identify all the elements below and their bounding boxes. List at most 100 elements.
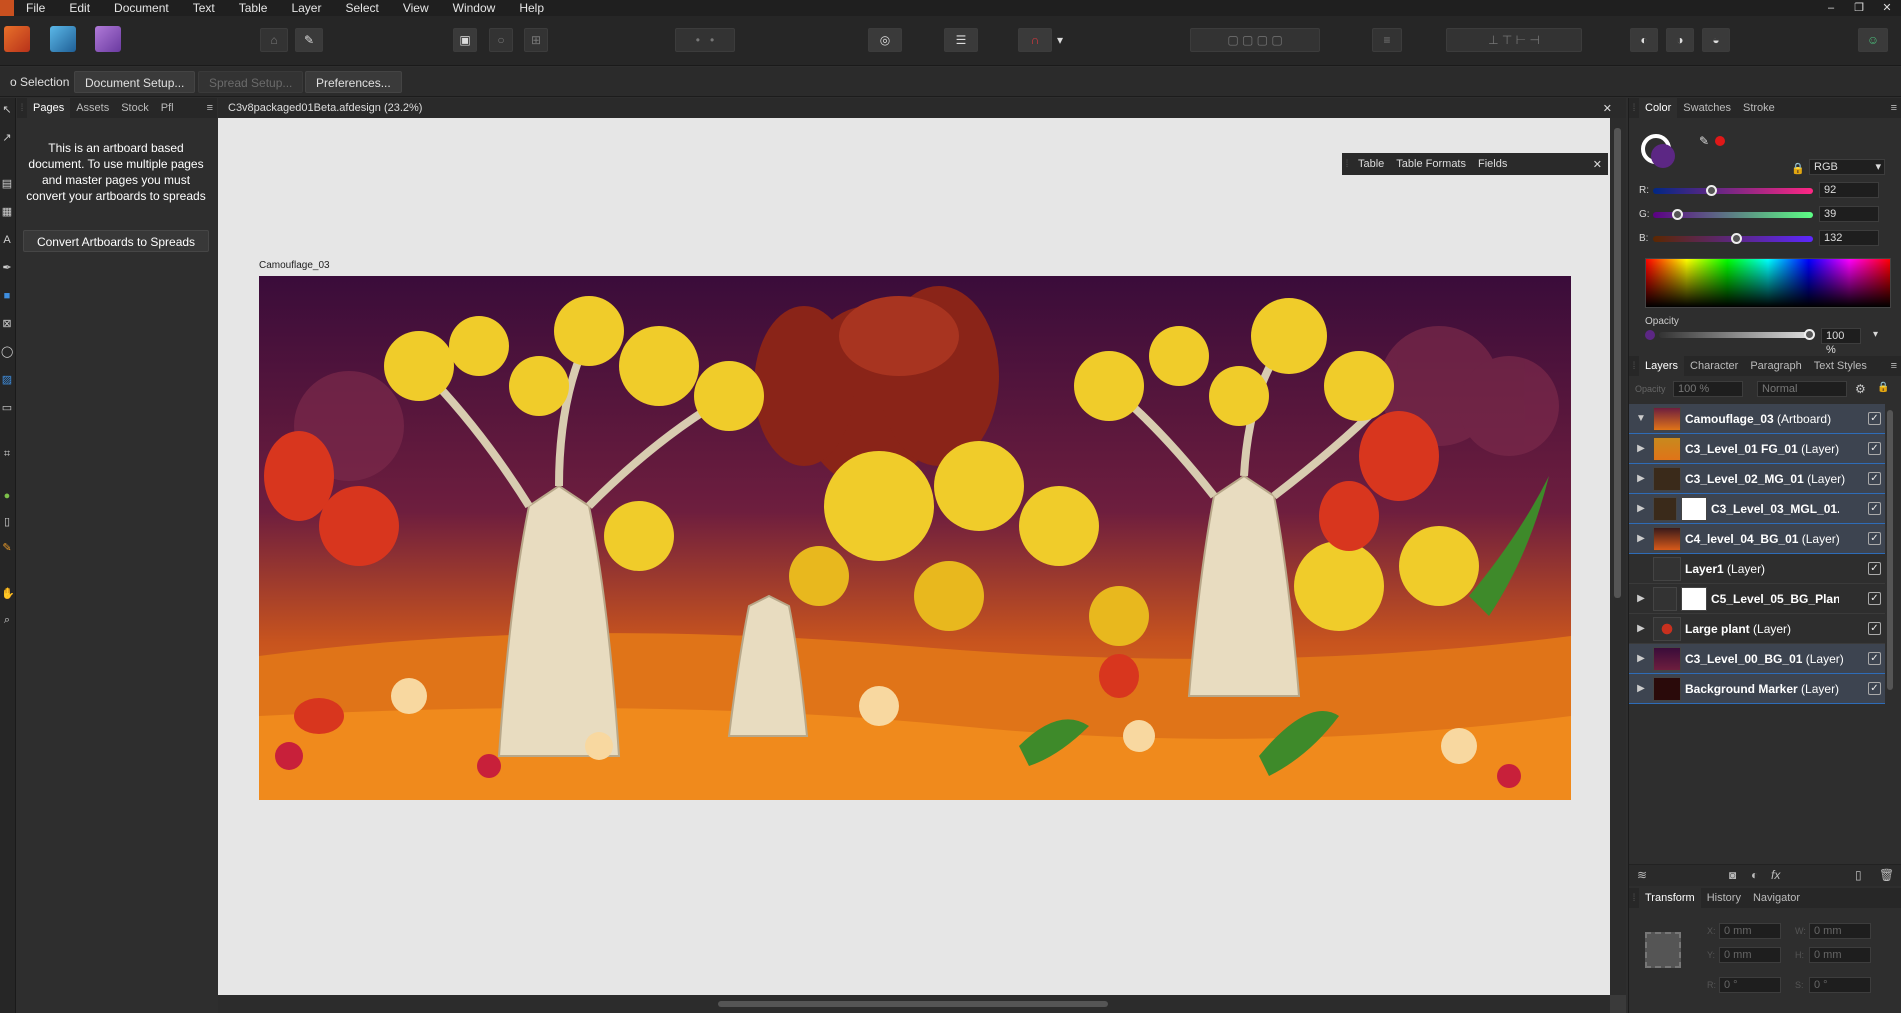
close-window-button[interactable]: ✕ xyxy=(1873,0,1901,16)
tab-text-styles[interactable]: Text Styles xyxy=(1808,356,1873,376)
panel-grip-icon[interactable]: ⁞ xyxy=(17,103,27,114)
fill-tool-icon[interactable]: ■ xyxy=(1,290,13,302)
layer-visibility-checkbox[interactable]: ✓ xyxy=(1868,622,1881,635)
document-setup-button[interactable]: Document Setup... xyxy=(74,71,196,93)
rotation-field[interactable]: 0 ° xyxy=(1719,977,1781,993)
layer-row[interactable]: Layer1 (Layer) ✓ xyxy=(1629,554,1885,584)
canvas[interactable]: ⁞ Table Table Formats Fields ✕ Camouflag… xyxy=(218,118,1610,995)
panel-grip-icon[interactable]: ⁞ xyxy=(1629,893,1639,904)
photo-persona-icon[interactable] xyxy=(95,26,121,52)
layer-row[interactable]: ▶ Large plant (Layer) ✓ xyxy=(1629,614,1885,644)
tab-stock[interactable]: Stock xyxy=(115,98,155,118)
crop-tool-icon[interactable]: ⌗ xyxy=(1,448,13,460)
layer-visibility-checkbox[interactable]: ✓ xyxy=(1868,412,1881,425)
b-slider[interactable] xyxy=(1653,233,1813,244)
tab-assets[interactable]: Assets xyxy=(70,98,115,118)
boolean-intersect-icon[interactable]: ◒ xyxy=(1702,28,1730,52)
convert-artboards-button[interactable]: Convert Artboards to Spreads xyxy=(23,230,209,252)
snapping-dropdown-icon[interactable]: ▾ xyxy=(1053,28,1067,52)
frame-text-icon[interactable]: ▣ xyxy=(453,28,477,52)
y-field[interactable]: 0 mm xyxy=(1719,947,1781,963)
panel-menu-icon[interactable]: ≡ xyxy=(1891,360,1897,372)
text-wrap-icon[interactable]: ☰ xyxy=(944,28,978,52)
menu-help[interactable]: Help xyxy=(507,0,556,16)
tab-table-formats[interactable]: Table Formats xyxy=(1390,158,1472,170)
view-mode-icon[interactable]: ⌂ xyxy=(260,28,288,52)
menu-view[interactable]: View xyxy=(391,0,441,16)
layers-scrollbar[interactable] xyxy=(1887,410,1893,690)
assistant-icon[interactable]: ✎ xyxy=(295,28,323,52)
color-picker-tool-icon[interactable]: ● xyxy=(1,490,13,502)
tab-paragraph[interactable]: Paragraph xyxy=(1744,356,1807,376)
layer-row[interactable]: ▶ C3_Level_00_BG_01 (Layer) ✓ xyxy=(1629,644,1885,674)
panel-menu-icon[interactable]: ≡ xyxy=(207,102,213,114)
horizontal-scrollbar[interactable] xyxy=(218,995,1610,1013)
trash-icon[interactable]: 🗑 xyxy=(1879,868,1894,882)
opacity-slider-knob[interactable] xyxy=(1804,329,1815,340)
lock-layer-icon[interactable]: 🔒 xyxy=(1877,382,1889,393)
move-tool-icon[interactable]: ↖ xyxy=(1,104,13,116)
layer-visibility-checkbox[interactable]: ✓ xyxy=(1868,652,1881,665)
circle-tool-icon[interactable]: ○ xyxy=(489,28,513,52)
tab-layers[interactable]: Layers xyxy=(1639,356,1685,376)
expand-icon[interactable]: ▶ xyxy=(1629,653,1653,664)
expand-icon[interactable]: ▶ xyxy=(1629,683,1653,694)
layer-row[interactable]: ▶ C3_Level_03_MGL_01... ✓ xyxy=(1629,494,1885,524)
shear-field[interactable]: 0 ° xyxy=(1809,977,1871,993)
transform-tools-icon[interactable]: ⊥ ⊤ ⊢ ⊣ xyxy=(1446,28,1582,52)
layer-visibility-checkbox[interactable]: ✓ xyxy=(1868,442,1881,455)
layer-row[interactable]: ▼ Camouflage_03 (Artboard) ✓ xyxy=(1629,404,1885,434)
layer-visibility-checkbox[interactable]: ✓ xyxy=(1868,592,1881,605)
fx-icon[interactable]: fx xyxy=(1771,868,1780,882)
layer-row[interactable]: ▶ C3_Level_01 FG_01 (Layer) ✓ xyxy=(1629,434,1885,464)
vertical-scroll-thumb[interactable] xyxy=(1614,128,1621,598)
tab-fields[interactable]: Fields xyxy=(1472,158,1513,170)
layer-visibility-checkbox[interactable]: ✓ xyxy=(1868,532,1881,545)
menu-edit[interactable]: Edit xyxy=(57,0,102,16)
blend-mode-select[interactable]: Normal xyxy=(1757,381,1847,397)
r-value-field[interactable]: 92 xyxy=(1819,182,1879,198)
tab-table[interactable]: Table xyxy=(1352,158,1390,170)
color-spectrum[interactable] xyxy=(1645,258,1891,308)
close-document-icon[interactable]: ✕ xyxy=(1603,102,1612,115)
menu-window[interactable]: Window xyxy=(441,0,508,16)
zoom-tool-icon[interactable]: ⌕ xyxy=(1,614,13,626)
g-value-field[interactable]: 39 xyxy=(1819,206,1879,222)
recent-color-swatch[interactable] xyxy=(1715,136,1725,146)
picture-frame-tool-icon[interactable]: ⊠ xyxy=(1,318,13,330)
tab-transform[interactable]: Transform xyxy=(1639,888,1701,908)
r-slider[interactable] xyxy=(1653,185,1813,196)
boolean-subtract-icon[interactable]: ◑ xyxy=(1666,28,1694,52)
g-slider[interactable] xyxy=(1653,209,1813,220)
tab-color[interactable]: Color xyxy=(1639,98,1678,118)
menu-table[interactable]: Table xyxy=(227,0,280,16)
pen-tool-icon[interactable]: ✒ xyxy=(1,262,13,274)
lock-icon[interactable]: 🔒 xyxy=(1791,162,1805,175)
grid-tool-icon[interactable]: ⊞ xyxy=(524,28,548,52)
place-image-tool-icon[interactable]: ▨ xyxy=(1,374,13,386)
expand-icon[interactable]: ▶ xyxy=(1629,533,1653,544)
menu-select[interactable]: Select xyxy=(333,0,390,16)
close-panel-icon[interactable]: ✕ xyxy=(1593,158,1602,171)
layer-visibility-checkbox[interactable]: ✓ xyxy=(1868,682,1881,695)
tab-stroke[interactable]: Stroke xyxy=(1737,98,1781,118)
shape-tool-icon[interactable]: ▭ xyxy=(1,402,13,414)
layer-visibility-checkbox[interactable]: ✓ xyxy=(1868,502,1881,515)
b-slider-knob[interactable] xyxy=(1730,233,1742,244)
tab-swatches[interactable]: Swatches xyxy=(1677,98,1737,118)
fill-swatch[interactable] xyxy=(1651,144,1675,168)
hand-tool-icon[interactable]: ✋ xyxy=(1,588,15,600)
publisher-persona-icon[interactable] xyxy=(4,26,30,52)
layer-row[interactable]: ▶ C4_level_04_BG_01 (Layer) ✓ xyxy=(1629,524,1885,554)
collapse-icon[interactable]: ▼ xyxy=(1629,413,1653,424)
vertical-scrollbar[interactable] xyxy=(1610,118,1626,995)
expand-icon[interactable]: ▶ xyxy=(1629,593,1653,604)
color-mode-select[interactable]: RGB ▾ xyxy=(1809,159,1885,175)
restore-button[interactable]: ❐ xyxy=(1845,0,1873,16)
tab-pfl[interactable]: Pfl xyxy=(155,98,180,118)
minimize-button[interactable]: – xyxy=(1817,0,1845,16)
expand-icon[interactable]: ▶ xyxy=(1629,473,1653,484)
ellipse-tool-icon[interactable]: ◯ xyxy=(1,346,13,358)
tab-character[interactable]: Character xyxy=(1684,356,1744,376)
menu-file[interactable]: File xyxy=(14,0,57,16)
